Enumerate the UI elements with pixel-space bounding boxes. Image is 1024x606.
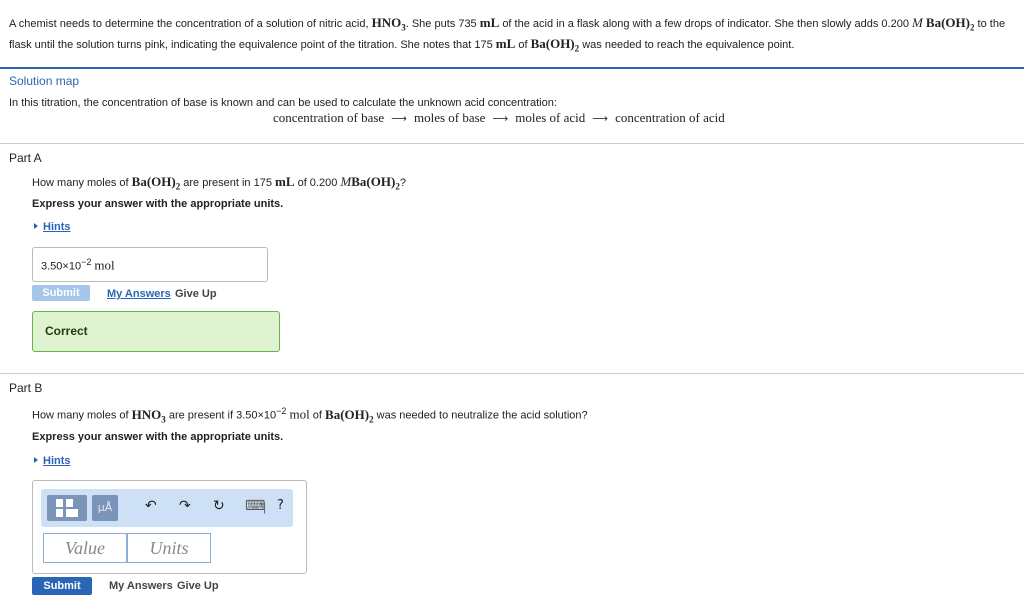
part-a-give-up-link[interactable]: Give Up [175,288,217,300]
part-a-my-answers-link[interactable]: My Answers [107,288,171,300]
part-a-submit-button[interactable]: Submit [32,285,90,301]
part-b-title: Part B [9,381,43,395]
problem-text: . She puts 735 [405,18,477,30]
part-b-question: How many moles of HNO3 are present if 3.… [32,406,588,425]
arrow-right-icon: ⟶ [492,112,509,125]
chain-step: moles of base [413,110,486,125]
chain-step: moles of acid [515,110,586,125]
units-input[interactable]: Units [127,533,211,563]
problem-text: to the [977,18,1006,30]
undo-icon[interactable]: ↶ [145,498,157,514]
section-divider [0,373,1024,374]
value-placeholder: Value [65,538,105,558]
part-b-hints-toggle[interactable]: Hints [34,455,71,467]
problem-text: of the acid in a flask along with a few … [502,18,909,30]
units-symbols-button[interactable]: μÅ [92,495,118,521]
arrow-right-icon: ⟶ [592,112,609,125]
templates-icon [56,499,78,517]
triangle-right-icon [34,457,38,463]
formula-baoh2: Ba(OH)2 [925,15,975,33]
templates-button[interactable] [47,495,87,521]
formula-baoh2: Ba(OH)2 [530,35,580,54]
unit-ml: mL [495,35,516,51]
section-divider [0,143,1024,144]
correct-label: Correct [45,324,88,338]
hints-link[interactable]: Hints [43,221,71,233]
part-b-instruction: Express your answer with the appropriate… [32,431,284,443]
problem-text: flask until the solution turns pink, ind… [9,38,493,51]
unit-molar: M [912,15,923,30]
section-divider [0,67,1024,69]
problem-statement: A chemist needs to determine the concent… [9,15,1024,56]
units-placeholder: Units [149,538,189,558]
reset-icon[interactable]: ↻ [213,498,225,514]
unit-ml: mL [479,15,500,30]
redo-icon[interactable]: ↷ [179,498,191,514]
part-b-give-up-link[interactable]: Give Up [177,580,219,592]
solution-map-chain: concentration of base ⟶ moles of base ⟶ mole… [273,110,725,126]
value-input[interactable]: Value [43,533,127,563]
toolbar-separator: | [263,500,267,514]
problem-text: A chemist needs to determine the concent… [9,18,369,30]
math-toolbar: μÅ ↶ ↷ ↻ ⌨ | ? [41,489,293,527]
hints-link[interactable]: Hints [43,455,71,467]
part-a-answer-box[interactable]: 3.50×10−2 mol [32,247,268,282]
part-b-submit-button[interactable]: Submit [32,577,92,595]
part-a-answer-value: 3.50×10−2 mol [41,257,115,273]
chain-step: concentration of base [273,110,385,125]
chain-step: concentration of acid [615,110,725,125]
problem-text: was needed to reach the equivalence poin… [582,38,795,51]
triangle-right-icon [34,223,38,229]
part-a-hints-toggle[interactable]: Hints [34,221,71,233]
help-icon[interactable]: ? [277,498,284,513]
solution-map-title: Solution map [9,74,80,88]
problem-text: of [518,38,528,51]
part-b-my-answers-link[interactable]: My Answers [109,580,173,592]
formula-hno3: HNO3 [371,15,406,33]
solution-map-text: In this titration, the concentration of … [9,97,557,109]
arrow-right-icon: ⟶ [391,112,407,125]
part-a-question: How many moles of Ba(OH)2 are present in… [32,174,406,192]
part-a-title: Part A [9,151,42,165]
part-a-instruction: Express your answer with the appropriate… [32,198,284,210]
part-a-feedback: Correct [32,311,280,352]
